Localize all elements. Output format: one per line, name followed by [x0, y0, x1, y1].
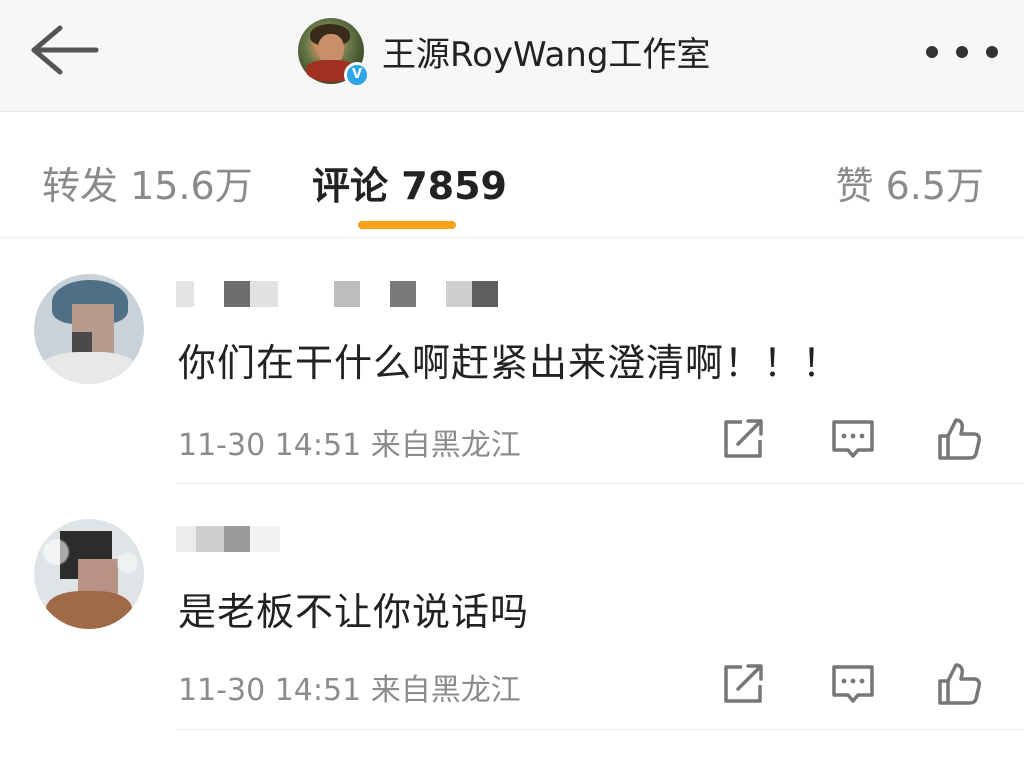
more-button[interactable]	[926, 36, 998, 68]
comment-item: 是老板不让你说话吗 11-30 14:51 来自黑龙江	[0, 485, 1024, 730]
share-button[interactable]	[720, 661, 766, 707]
commenter-username-redacted[interactable]	[176, 525, 280, 553]
thumbs-up-icon	[938, 663, 981, 705]
verified-badge-icon: V	[344, 62, 370, 88]
active-tab-indicator	[358, 221, 456, 229]
thumbs-up-icon	[938, 418, 981, 460]
comment-icon	[832, 420, 874, 458]
comment-item: 你们在干什么啊赶紧出来澄清啊！！！ 11-30 14:51 来自黑龙江	[0, 240, 1024, 484]
page-title: 王源RoyWang工作室	[382, 34, 711, 75]
tab-like[interactable]: 赞 6.5万	[835, 155, 984, 210]
commenter-username-redacted[interactable]	[176, 280, 498, 308]
account-title[interactable]: V 王源RoyWang工作室	[298, 16, 711, 88]
like-button[interactable]	[936, 661, 982, 707]
comment-icon	[832, 665, 874, 703]
account-avatar[interactable]: V	[298, 18, 370, 88]
back-arrow-icon	[31, 25, 99, 75]
share-icon	[724, 664, 763, 703]
comment-meta: 11-30 14:51 来自黑龙江	[178, 673, 521, 708]
back-button[interactable]	[22, 18, 102, 82]
like-button[interactable]	[936, 416, 982, 462]
tab-repost[interactable]: 转发 15.6万	[42, 155, 253, 210]
reply-button[interactable]	[830, 661, 876, 707]
comment-text: 是老板不让你说话吗	[178, 590, 530, 634]
share-button[interactable]	[720, 416, 766, 462]
reply-button[interactable]	[830, 416, 876, 462]
comment-text: 你们在干什么啊赶紧出来澄清啊！！！	[178, 341, 842, 385]
share-icon	[724, 419, 763, 458]
comment-divider	[176, 729, 1024, 730]
tab-comment[interactable]: 评论 7859	[312, 155, 507, 210]
more-dots-icon	[926, 46, 938, 58]
tab-bar: 转发 15.6万 评论 7859 赞 6.5万	[0, 113, 1024, 238]
commenter-avatar[interactable]	[34, 519, 144, 629]
comment-meta: 11-30 14:51 来自黑龙江	[178, 428, 521, 463]
commenter-avatar[interactable]	[34, 274, 144, 384]
top-bar: V 王源RoyWang工作室	[0, 0, 1024, 112]
comment-divider	[176, 483, 1024, 484]
